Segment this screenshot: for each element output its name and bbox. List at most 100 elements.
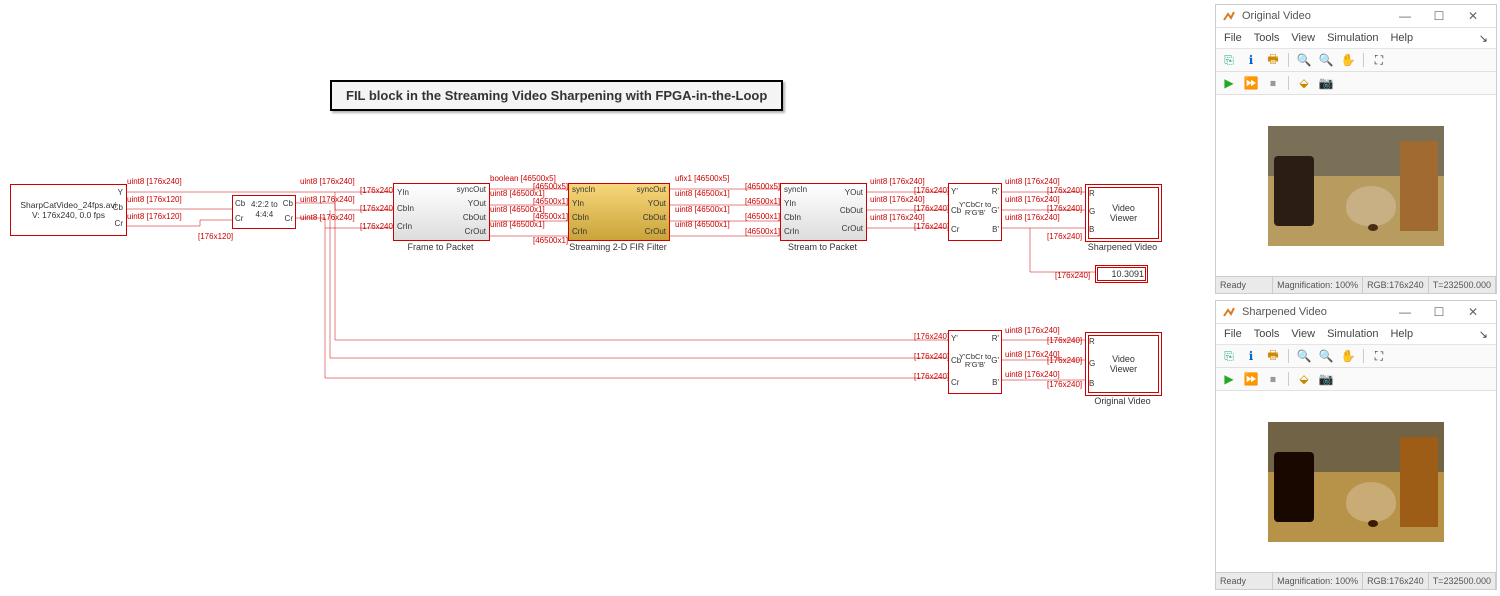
video-viewport: [1216, 391, 1496, 572]
titlebar[interactable]: Original Video — ☐ ✕: [1216, 5, 1496, 28]
port-cb: Cb: [113, 203, 123, 212]
port: YOut: [845, 188, 863, 197]
snapshot-icon[interactable]: 📷: [1317, 370, 1335, 388]
fir-filter-block[interactable]: syncIn YIn CbIn CrIn syncOut YOut CbOut …: [568, 183, 670, 241]
info-icon[interactable]: ℹ: [1242, 347, 1260, 365]
play-icon[interactable]: ▶: [1220, 74, 1238, 92]
sig: uint8 [46500x1]: [675, 205, 730, 214]
menu-tools[interactable]: Tools: [1254, 328, 1280, 340]
port: Cr: [235, 214, 243, 224]
zoom-in-icon[interactable]: 🔍: [1295, 51, 1313, 69]
sig: uint8 [176x240]: [1005, 213, 1060, 222]
video-frame-sharpened: [1268, 422, 1444, 542]
highlight-icon[interactable]: ⬙: [1295, 370, 1313, 388]
video-viewer-original-block[interactable]: R G B Video Viewer: [1085, 332, 1162, 396]
sig: ufix1 [46500x5]: [675, 174, 729, 183]
frame-to-packet-block[interactable]: YIn CbIn CrIn syncOut YOut CbOut CrOut: [393, 183, 490, 241]
menubar: File Tools View Simulation Help ↘: [1216, 324, 1496, 345]
stream-to-packet-block[interactable]: syncIn YIn CbIn CrIn YOut CbOut CrOut: [780, 183, 867, 241]
minimize-button[interactable]: —: [1388, 301, 1422, 323]
sig: uint8 [176x240]: [127, 177, 182, 186]
menu-tools[interactable]: Tools: [1254, 32, 1280, 44]
chroma-resample-block[interactable]: Cb Cr Cb Cr 4:2:2 to 4:4:4: [232, 195, 296, 229]
info-icon[interactable]: ℹ: [1242, 51, 1260, 69]
display-block[interactable]: 10.3091: [1095, 265, 1148, 283]
menu-view[interactable]: View: [1291, 32, 1315, 44]
zoom-in-icon[interactable]: 🔍: [1295, 347, 1313, 365]
port: Cr: [951, 225, 959, 234]
ycbcr-rgb-block-top[interactable]: Y' Cb Cr R' G' B' Y'CbCr to R'G'B': [948, 183, 1002, 241]
sig: [46500x1]: [745, 212, 780, 221]
menu-help[interactable]: Help: [1390, 32, 1413, 44]
pan-icon[interactable]: ✋: [1339, 51, 1357, 69]
separator: [1288, 76, 1289, 90]
menu-chevron-icon[interactable]: ↘: [1479, 328, 1488, 341]
pan-icon[interactable]: ✋: [1339, 347, 1357, 365]
minimize-button[interactable]: —: [1388, 5, 1422, 27]
close-button[interactable]: ✕: [1456, 301, 1490, 323]
lbl: R'G'B': [965, 360, 986, 369]
sig: [176x240]: [1047, 232, 1082, 241]
step-icon[interactable]: ⏩: [1242, 370, 1260, 388]
sig: uint8 [46500x1]: [675, 220, 730, 229]
toolbar-2: ▶ ⏩ ⏹ ⬙ 📷: [1216, 368, 1496, 391]
separator: [1288, 349, 1289, 363]
port: CbOut: [840, 206, 863, 215]
zoom-out-icon[interactable]: 🔍: [1317, 347, 1335, 365]
video-frame-original: [1268, 126, 1444, 246]
step-icon[interactable]: ⏩: [1242, 74, 1260, 92]
sig: uint8 [176x120]: [127, 212, 182, 221]
stop-icon[interactable]: ⏹: [1264, 74, 1282, 92]
toolbar-1: ⎘ ℹ 🖶 🔍 🔍 ✋ ⛶: [1216, 345, 1496, 368]
status-ready: Ready: [1216, 573, 1273, 589]
block-label: Streaming 2-D FIR Filter: [563, 242, 673, 252]
new-icon[interactable]: ⎘: [1220, 347, 1238, 365]
titlebar[interactable]: Sharpened Video — ☐ ✕: [1216, 301, 1496, 324]
highlight-icon[interactable]: ⬙: [1295, 74, 1313, 92]
toolbar-1: ⎘ ℹ 🖶 🔍 🔍 ✋ ⛶: [1216, 49, 1496, 72]
menu-simulation[interactable]: Simulation: [1327, 32, 1378, 44]
sig: uint8 [176x120]: [127, 195, 182, 204]
port: B': [992, 378, 999, 387]
sig: [176x240]: [914, 186, 949, 195]
ycbcr-rgb-block-bottom[interactable]: Y' Cb Cr R' G' B' Y'CbCr to R'G'B': [948, 330, 1002, 394]
port: CrIn: [784, 227, 799, 236]
menu-chevron-icon[interactable]: ↘: [1479, 32, 1488, 45]
sig: uint8 [46500x1]: [490, 220, 545, 229]
video-viewer-sharpened-block[interactable]: R G B Video Viewer: [1085, 184, 1162, 242]
port: CrIn: [397, 222, 412, 231]
maximize-button[interactable]: ☐: [1422, 301, 1456, 323]
source-info: V: 176x240, 0.0 fps: [32, 210, 105, 220]
sig: [176x240]: [1047, 336, 1082, 345]
print-icon[interactable]: 🖶: [1264, 51, 1282, 69]
sig: [176x240]: [360, 204, 395, 213]
lbl: 4:4:4: [255, 210, 273, 219]
separator: [1288, 53, 1289, 67]
snapshot-icon[interactable]: 📷: [1317, 74, 1335, 92]
print-icon[interactable]: 🖶: [1264, 347, 1282, 365]
matlab-icon: [1222, 305, 1236, 319]
zoom-out-icon[interactable]: 🔍: [1317, 51, 1335, 69]
menu-view[interactable]: View: [1291, 328, 1315, 340]
fit-icon[interactable]: ⛶: [1370, 51, 1388, 69]
sig: uint8 [176x240]: [300, 195, 355, 204]
status-mag: Magnification: 100%: [1273, 573, 1363, 589]
port-y: Y: [118, 188, 123, 197]
fit-icon[interactable]: ⛶: [1370, 347, 1388, 365]
video-source-block[interactable]: SharpCatVideo_24fps.avi V: 176x240, 0.0 …: [10, 184, 127, 236]
play-icon[interactable]: ▶: [1220, 370, 1238, 388]
port: Y': [951, 187, 958, 196]
status-rgb: RGB:176x240: [1363, 573, 1429, 589]
new-icon[interactable]: ⎘: [1220, 51, 1238, 69]
status-t: T=232500.000: [1429, 573, 1496, 589]
menu-file[interactable]: File: [1224, 32, 1242, 44]
maximize-button[interactable]: ☐: [1422, 5, 1456, 27]
menu-help[interactable]: Help: [1390, 328, 1413, 340]
port: CrOut: [645, 227, 666, 236]
menu-file[interactable]: File: [1224, 328, 1242, 340]
port: syncIn: [784, 185, 807, 194]
menu-simulation[interactable]: Simulation: [1327, 328, 1378, 340]
stop-icon[interactable]: ⏹: [1264, 370, 1282, 388]
window-title: Sharpened Video: [1242, 306, 1327, 318]
close-button[interactable]: ✕: [1456, 5, 1490, 27]
